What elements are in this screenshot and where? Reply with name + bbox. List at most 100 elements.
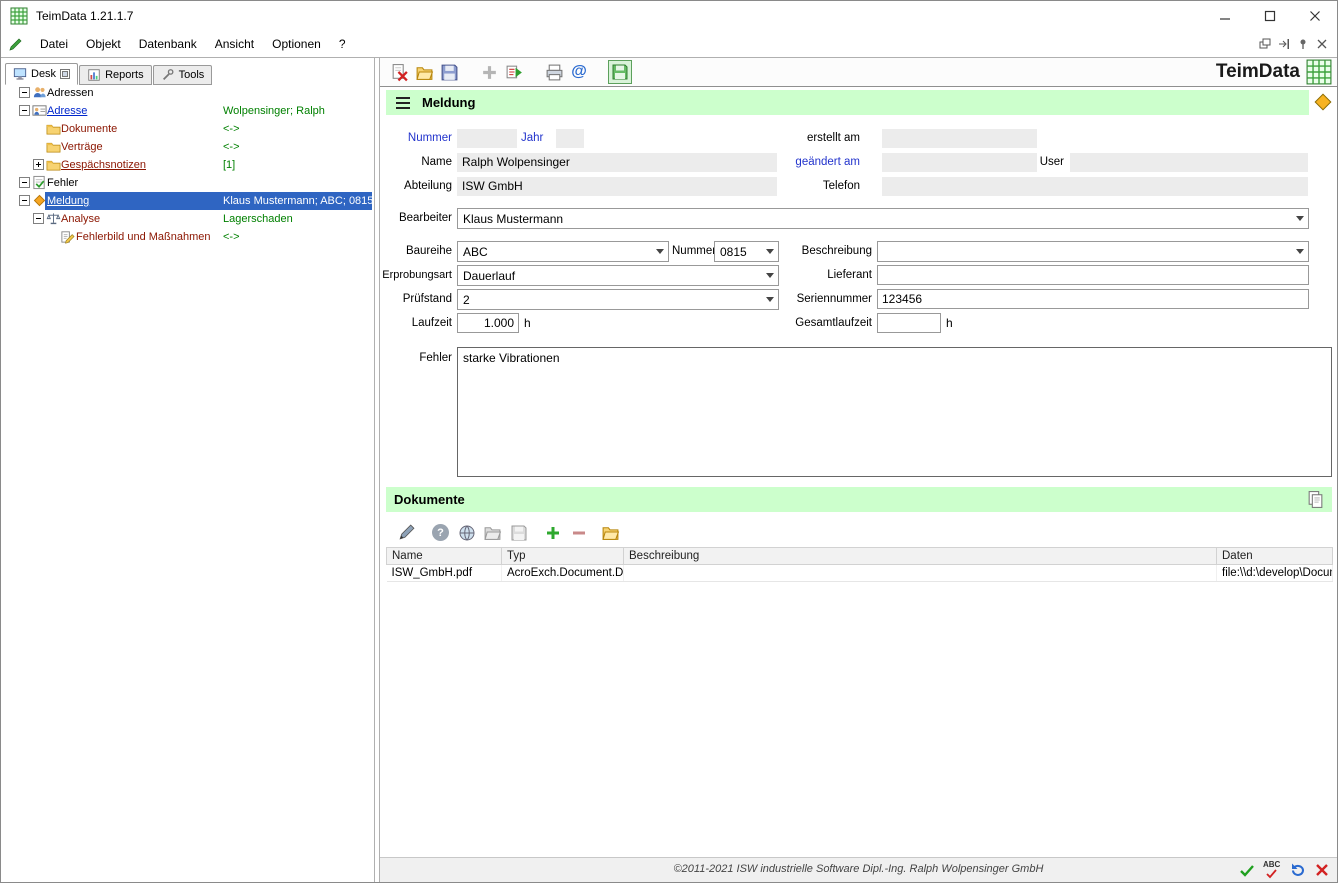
add-icon[interactable] bbox=[542, 522, 563, 543]
column-header-name[interactable]: Name bbox=[387, 548, 502, 565]
spellcheck-icon[interactable]: ABC bbox=[1262, 860, 1281, 879]
tree-label[interactable]: Adressen bbox=[45, 86, 95, 100]
open-icon[interactable] bbox=[414, 62, 434, 82]
pin-icon[interactable] bbox=[1297, 38, 1309, 50]
teil-nummer-select[interactable]: 0815 bbox=[714, 241, 779, 262]
maximize-button[interactable] bbox=[1247, 1, 1292, 31]
window-title: TeimData 1.21.1.7 bbox=[36, 9, 133, 23]
tools-icon bbox=[161, 68, 175, 82]
dokumente-table: Name Typ Beschreibung Daten ISW_GmbH.pdf… bbox=[386, 547, 1333, 582]
cancel-icon[interactable] bbox=[1312, 860, 1331, 879]
help-icon[interactable]: ? bbox=[430, 522, 451, 543]
fehler-label: Fehler bbox=[380, 349, 452, 368]
fehler-textarea[interactable]: starke Vibrationen bbox=[457, 347, 1332, 477]
dock-icon[interactable] bbox=[1278, 38, 1290, 50]
baureihe-select[interactable]: ABC bbox=[457, 241, 669, 262]
cell-beschreibung[interactable] bbox=[624, 565, 1217, 582]
pin-tab-icon[interactable] bbox=[60, 69, 70, 79]
tree-value: Lagerschaden bbox=[223, 212, 293, 226]
copy-documents-icon[interactable] bbox=[1306, 490, 1325, 509]
tree-label[interactable]: Fehlerbild und Maßnahmen bbox=[74, 230, 213, 244]
tree-label[interactable]: Verträge bbox=[59, 140, 105, 154]
user-field bbox=[1070, 153, 1308, 172]
column-header-typ[interactable]: Typ bbox=[502, 548, 624, 565]
collapse-icon[interactable] bbox=[19, 195, 30, 206]
tree-label[interactable]: Analyse bbox=[59, 212, 102, 226]
tree-item-vertraege[interactable]: Verträge <-> bbox=[1, 138, 374, 156]
menu-objekt[interactable]: Objekt bbox=[77, 33, 130, 55]
tree-value: <-> bbox=[223, 122, 240, 136]
tree-item-adresse[interactable]: Adresse Wolpensinger; Ralph bbox=[1, 102, 374, 120]
close-button[interactable] bbox=[1292, 1, 1337, 31]
gesamtlaufzeit-input[interactable] bbox=[877, 313, 941, 333]
hamburger-menu-icon[interactable] bbox=[396, 97, 410, 109]
remove-icon[interactable] bbox=[568, 522, 589, 543]
quicksave-toggle[interactable] bbox=[608, 60, 632, 84]
add-record-icon[interactable] bbox=[479, 62, 499, 82]
collapse-icon[interactable] bbox=[19, 105, 30, 116]
collapse-icon[interactable] bbox=[33, 213, 44, 224]
ok-check-icon[interactable] bbox=[1237, 860, 1256, 879]
cell-daten[interactable]: file:\\d:\develop\Docum bbox=[1217, 565, 1333, 582]
menu-help[interactable]: ? bbox=[330, 33, 355, 55]
cell-typ[interactable]: AcroExch.Document.DC bbox=[502, 565, 624, 582]
tree-item-fehler[interactable]: Fehler bbox=[1, 174, 374, 192]
bearbeiter-value: Klaus Mustermann bbox=[458, 212, 1291, 226]
erprobungsart-label: Erprobungsart bbox=[380, 266, 452, 285]
lieferant-label: Lieferant bbox=[772, 266, 872, 285]
expand-icon[interactable] bbox=[33, 159, 44, 170]
close-panel-icon[interactable] bbox=[1316, 38, 1328, 50]
save-icon[interactable] bbox=[439, 62, 459, 82]
undo-icon[interactable] bbox=[1287, 860, 1306, 879]
tree-item-fehlerbild[interactable]: Fehlerbild und Maßnahmen <-> bbox=[1, 228, 374, 246]
export-icon[interactable] bbox=[504, 62, 524, 82]
menu-datenbank[interactable]: Datenbank bbox=[130, 33, 206, 55]
email-icon[interactable]: @ bbox=[569, 62, 589, 82]
lieferant-input[interactable] bbox=[877, 265, 1309, 285]
titlebar: TeimData 1.21.1.7 bbox=[1, 1, 1337, 31]
jahr-field bbox=[556, 129, 584, 148]
tree-item-meldung[interactable]: Meldung Klaus Mustermann; ABC; 0815 bbox=[1, 192, 374, 210]
erprobungsart-select[interactable]: Dauerlauf bbox=[457, 265, 779, 286]
seriennummer-input[interactable] bbox=[877, 289, 1309, 309]
tree-item-adressen[interactable]: Adressen bbox=[1, 84, 374, 102]
tree-label[interactable]: Meldung bbox=[45, 194, 91, 208]
globe-icon[interactable] bbox=[456, 522, 477, 543]
collapse-icon[interactable] bbox=[19, 177, 30, 188]
collapse-icon[interactable] bbox=[19, 87, 30, 98]
delete-record-icon[interactable] bbox=[389, 62, 409, 82]
tree-label[interactable]: Fehler bbox=[45, 176, 80, 190]
column-header-daten[interactable]: Daten bbox=[1217, 548, 1333, 565]
tree-label[interactable]: Adresse bbox=[45, 104, 89, 118]
geaendert-am-field bbox=[882, 153, 1037, 172]
menu-ansicht[interactable]: Ansicht bbox=[206, 33, 263, 55]
print-icon[interactable] bbox=[544, 62, 564, 82]
tree-item-dokumente[interactable]: Dokumente <-> bbox=[1, 120, 374, 138]
minimize-button[interactable] bbox=[1202, 1, 1247, 31]
menu-optionen[interactable]: Optionen bbox=[263, 33, 330, 55]
tree-item-gespaechsnotizen[interactable]: Gespächsnotizen [1] bbox=[1, 156, 374, 174]
section-title-meldung: Meldung bbox=[422, 95, 475, 110]
tree-label[interactable]: Gespächsnotizen bbox=[59, 158, 148, 172]
open-gray-icon[interactable] bbox=[482, 522, 503, 543]
chevron-down-icon bbox=[1291, 209, 1308, 228]
warning-diamond-icon[interactable] bbox=[1312, 91, 1334, 113]
beschreibung-select[interactable] bbox=[877, 241, 1309, 262]
edit-pen-icon[interactable] bbox=[396, 522, 417, 543]
menu-datei[interactable]: Datei bbox=[31, 33, 77, 55]
column-header-beschreibung[interactable]: Beschreibung bbox=[624, 548, 1217, 565]
at-glyph: @ bbox=[571, 62, 587, 82]
tab-desk-label: Desk bbox=[31, 68, 56, 80]
cell-name[interactable]: ISW_GmbH.pdf bbox=[387, 565, 502, 582]
attach-folder-icon[interactable] bbox=[600, 522, 621, 543]
dokumente-header: Dokumente bbox=[386, 487, 1332, 512]
tree-item-analyse[interactable]: Analyse Lagerschaden bbox=[1, 210, 374, 228]
pruefstand-select[interactable]: 2 bbox=[457, 289, 779, 310]
bearbeiter-select[interactable]: Klaus Mustermann bbox=[457, 208, 1309, 229]
float-icon[interactable] bbox=[1259, 38, 1271, 50]
tree-label[interactable]: Dokumente bbox=[59, 122, 119, 136]
table-row[interactable]: ISW_GmbH.pdf AcroExch.Document.DC file:\… bbox=[387, 565, 1333, 582]
laufzeit-input[interactable] bbox=[457, 313, 519, 333]
save-gray-icon[interactable] bbox=[508, 522, 529, 543]
app-menu-icon bbox=[8, 36, 25, 53]
